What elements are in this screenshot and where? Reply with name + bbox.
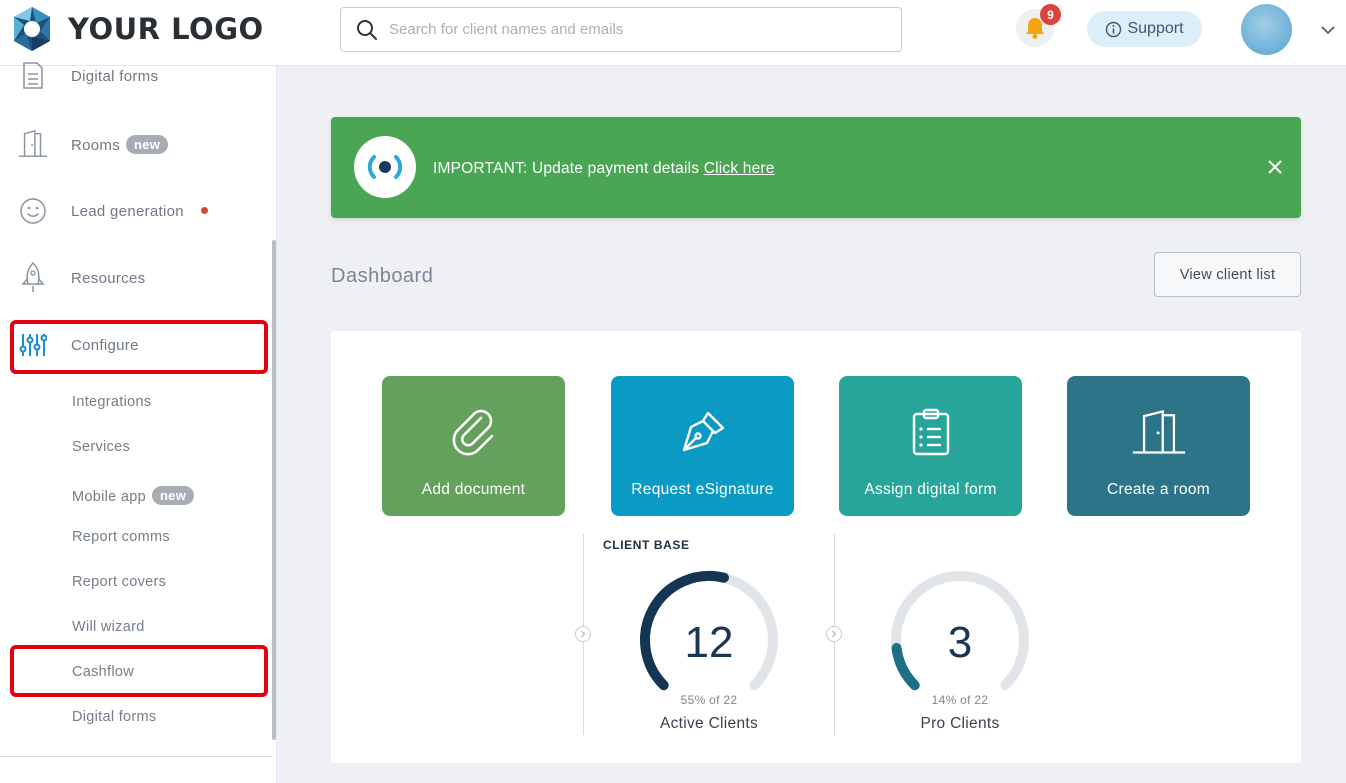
- add-document-tile[interactable]: Add document: [382, 376, 565, 516]
- logo-mark-icon: [14, 7, 50, 51]
- chevron-down-icon[interactable]: [1320, 22, 1336, 38]
- close-icon[interactable]: [1266, 158, 1284, 176]
- sidebar-subitem-label: Mobile app: [72, 489, 146, 505]
- sidebar-subitem-services[interactable]: Services: [72, 439, 130, 455]
- notification-count-badge: 9: [1040, 4, 1061, 25]
- client-base-heading: CLIENT BASE: [603, 538, 690, 552]
- page-title: Dashboard: [331, 265, 434, 287]
- pen-nib-icon: [675, 404, 731, 460]
- chevron-right-icon: [581, 630, 586, 638]
- request-esignature-tile[interactable]: Request eSignature: [611, 376, 794, 516]
- tile-label: Assign digital form: [864, 481, 997, 498]
- search-input[interactable]: [389, 21, 869, 38]
- banner-message: IMPORTANT: Update payment details Click …: [433, 160, 775, 178]
- logo[interactable]: YOUR LOGO: [10, 5, 264, 53]
- new-badge: new: [126, 134, 169, 154]
- logo-text: YOUR LOGO: [68, 12, 264, 46]
- document-icon: [18, 61, 48, 91]
- support-label: Support: [1127, 20, 1184, 37]
- sidebar-subitem-report-covers[interactable]: Report covers: [72, 574, 166, 590]
- support-button[interactable]: Support: [1087, 11, 1202, 47]
- sidebar-item-label: Digital forms: [71, 67, 159, 85]
- clipboard-icon: [903, 404, 959, 460]
- broadcast-icon: [354, 136, 416, 198]
- info-icon: [1106, 21, 1122, 37]
- pro-clients-value: 3: [947, 618, 973, 667]
- tile-label: Add document: [421, 481, 526, 498]
- tile-label: Request eSignature: [631, 481, 774, 498]
- tile-label: Create a room: [1107, 481, 1210, 498]
- banner-click-here-link[interactable]: Click here: [704, 160, 775, 177]
- sidebar-subitem-report-comms[interactable]: Report comms: [72, 529, 170, 545]
- sidebar-item-label: Rooms: [71, 136, 121, 154]
- active-clients-label: Active Clients: [659, 715, 759, 732]
- pro-clients-label: Pro Clients: [920, 715, 1000, 732]
- sidebar-item-digital-forms[interactable]: Digital forms: [0, 56, 277, 96]
- dashboard-card: Add document Request eSignature Assign d…: [331, 331, 1301, 763]
- highlight-box-configure: [10, 320, 268, 374]
- sidebar-item-lead-generation[interactable]: Lead generation: [0, 191, 277, 231]
- banner-text: IMPORTANT: Update payment details: [433, 160, 700, 177]
- smiley-icon: [18, 196, 48, 226]
- sidebar: Digital forms Rooms new Lead generation R…: [0, 62, 277, 783]
- payment-alert-banner: IMPORTANT: Update payment details Click …: [331, 117, 1301, 218]
- search-box[interactable]: [340, 7, 902, 52]
- sidebar-subitem-mobile-app[interactable]: Mobile app new: [72, 486, 195, 505]
- door-icon: [18, 129, 48, 159]
- sidebar-subitem-digital-forms[interactable]: Digital forms: [72, 709, 156, 725]
- sidebar-subitem-will-wizard[interactable]: Will wizard: [72, 619, 145, 635]
- active-clients-value: 12: [684, 618, 734, 667]
- sidebar-item-label: Resources: [71, 269, 146, 287]
- rocket-icon: [18, 262, 48, 293]
- chevron-right-icon: [832, 630, 837, 638]
- sidebar-item-label: Lead generation: [71, 202, 184, 220]
- sidebar-subitem-integrations[interactable]: Integrations: [72, 394, 151, 410]
- view-client-list-button[interactable]: View client list: [1154, 252, 1301, 297]
- assign-digital-form-tile[interactable]: Assign digital form: [839, 376, 1022, 516]
- prev-stat-button[interactable]: [575, 626, 591, 642]
- highlight-box-cashflow: [10, 645, 268, 697]
- sidebar-scrollbar[interactable]: [272, 240, 276, 740]
- new-badge: new: [151, 486, 195, 505]
- sidebar-item-rooms[interactable]: Rooms new: [0, 124, 277, 164]
- door-icon: [1131, 404, 1187, 460]
- sidebar-divider: [0, 756, 272, 757]
- next-stat-button[interactable]: [826, 626, 842, 642]
- search-icon: [357, 19, 377, 40]
- notification-dot: [200, 206, 208, 214]
- active-clients-subtitle: 55% of 22: [680, 693, 738, 707]
- pro-clients-subtitle: 14% of 22: [931, 693, 989, 707]
- sidebar-item-resources[interactable]: Resources: [0, 258, 277, 298]
- create-room-tile[interactable]: Create a room: [1067, 376, 1250, 516]
- user-avatar[interactable]: [1241, 4, 1292, 55]
- paperclip-icon: [446, 404, 502, 460]
